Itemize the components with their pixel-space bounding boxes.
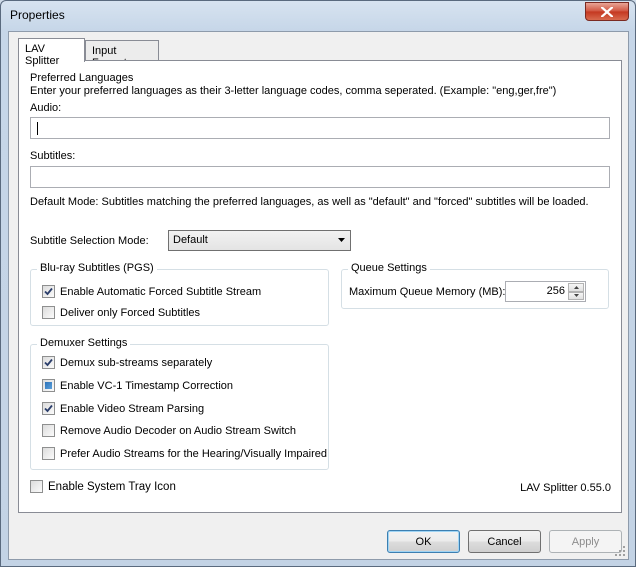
checkbox-label: Deliver only Forced Subtitles — [60, 306, 201, 319]
subtitle-selection-mode-label: Subtitle Selection Mode: — [30, 235, 149, 247]
close-icon — [601, 6, 613, 17]
spin-down-button[interactable] — [568, 291, 584, 300]
demux-substreams-checkbox[interactable]: Demux sub-streams separately — [42, 356, 212, 369]
ok-button[interactable]: OK — [387, 530, 460, 553]
subtitles-label: Subtitles: — [30, 150, 76, 162]
demuxer-settings-group: Demuxer Settings Demux sub-streams separ… — [30, 337, 329, 470]
subtitle-languages-input-box[interactable] — [30, 166, 610, 188]
window-title: Properties — [10, 8, 65, 22]
checkbox-box[interactable] — [42, 379, 55, 392]
enable-system-tray-icon-checkbox[interactable]: Enable System Tray Icon — [30, 480, 176, 493]
checkbox-box[interactable] — [42, 285, 55, 298]
subtitle-languages-input[interactable] — [31, 167, 609, 187]
chevron-down-icon — [338, 238, 345, 242]
max-queue-memory-value: 256 — [546, 285, 565, 297]
subtitle-selection-mode-dropdown[interactable]: Default — [168, 230, 351, 251]
cancel-button[interactable]: Cancel — [468, 530, 541, 553]
checkbox-box[interactable] — [30, 480, 43, 493]
checkbox-label: Enable Video Stream Parsing — [60, 402, 205, 415]
queue-settings-group: Queue Settings Maximum Queue Memory (MB)… — [341, 262, 609, 309]
tab-label: LAV Splitter — [25, 43, 60, 67]
remove-audio-decoder-checkbox[interactable]: Remove Audio Decoder on Audio Stream Swi… — [42, 424, 296, 437]
check-icon — [44, 404, 53, 413]
checkbox-box[interactable] — [42, 402, 55, 415]
checkbox-label: Enable System Tray Icon — [48, 480, 176, 493]
title-bar[interactable]: Properties — [1, 1, 635, 31]
video-stream-parsing-checkbox[interactable]: Enable Video Stream Parsing — [42, 402, 204, 415]
max-queue-memory-spinbox[interactable]: 256 — [505, 281, 586, 302]
check-icon — [44, 358, 53, 367]
version-label: LAV Splitter 0.55.0 — [520, 482, 611, 494]
max-queue-memory-label: Maximum Queue Memory (MB): — [349, 286, 506, 298]
chevron-up-icon — [573, 285, 579, 289]
checkbox-label: Prefer Audio Streams for the Hearing/Vis… — [60, 447, 327, 460]
resize-grip-icon[interactable] — [615, 546, 626, 557]
ok-button-label: OK — [415, 535, 432, 548]
text-caret — [37, 122, 38, 135]
close-button[interactable] — [585, 2, 629, 21]
spin-arrows — [568, 283, 584, 300]
tab-lav-splitter[interactable]: LAV Splitter — [18, 38, 85, 67]
dialog-client-area: LAV Splitter Input Formats Preferred Lan… — [8, 31, 629, 560]
cancel-button-label: Cancel — [487, 535, 522, 548]
apply-button-label: Apply — [571, 535, 600, 548]
properties-window: Properties LAV Splitter Input Formats Pr… — [0, 0, 636, 567]
preferred-languages-heading: Preferred Languages — [30, 72, 134, 84]
checkbox-label: Remove Audio Decoder on Audio Stream Swi… — [60, 424, 297, 437]
check-icon — [44, 287, 53, 296]
tab-input-formats[interactable]: Input Formats — [85, 40, 159, 69]
audio-label: Audio: — [30, 102, 62, 114]
audio-languages-input-box[interactable] — [30, 117, 610, 139]
default-mode-description: Default Mode: Subtitles matching the pre… — [30, 196, 589, 208]
deliver-only-forced-checkbox[interactable]: Deliver only Forced Subtitles — [42, 306, 200, 319]
checkbox-box[interactable] — [42, 356, 55, 369]
queue-group-title: Queue Settings — [348, 262, 430, 274]
checkbox-box[interactable] — [42, 306, 55, 319]
checkbox-box[interactable] — [42, 424, 55, 437]
checkbox-label: Enable Automatic Forced Subtitle Stream — [60, 285, 262, 298]
tab-panel-lav-splitter: Preferred Languages Enter your preferred… — [18, 60, 622, 513]
checkbox-label: Demux sub-streams separately — [60, 356, 213, 369]
bluray-group-title: Blu-ray Subtitles (PGS) — [37, 262, 157, 274]
enable-auto-forced-subtitle-checkbox[interactable]: Enable Automatic Forced Subtitle Stream — [42, 285, 261, 298]
checkbox-box[interactable] — [42, 447, 55, 460]
spin-up-button[interactable] — [568, 283, 584, 292]
bluray-subtitles-group: Blu-ray Subtitles (PGS) Enable Automatic… — [30, 262, 329, 326]
apply-button[interactable]: Apply — [549, 530, 622, 553]
dropdown-selected-value: Default — [173, 234, 208, 246]
demuxer-group-title: Demuxer Settings — [37, 337, 131, 349]
checkbox-label: Enable VC-1 Timestamp Correction — [60, 379, 234, 392]
prefer-impaired-audio-checkbox[interactable]: Prefer Audio Streams for the Hearing/Vis… — [42, 447, 327, 460]
chevron-down-icon — [573, 294, 579, 298]
audio-languages-input[interactable] — [31, 118, 609, 138]
vc1-timestamp-correction-checkbox[interactable]: Enable VC-1 Timestamp Correction — [42, 379, 233, 392]
indeterminate-fill — [45, 382, 52, 389]
languages-instructions: Enter your preferred languages as their … — [30, 85, 557, 97]
